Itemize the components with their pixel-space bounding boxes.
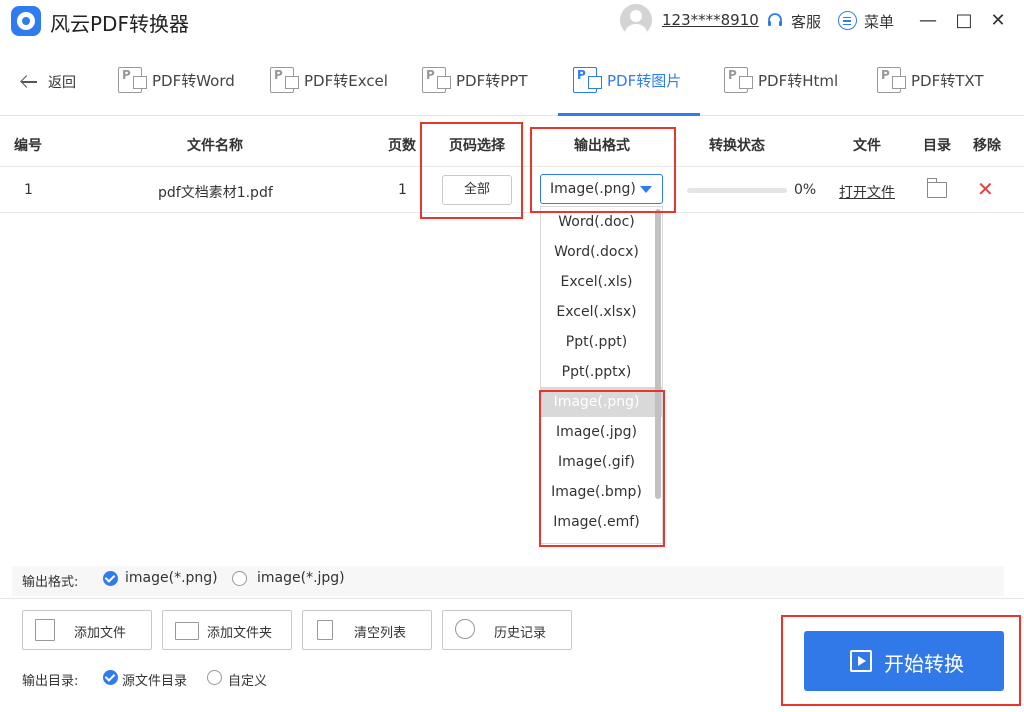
title-bar: 风云PDF转换器 123****8910 客服 菜单 — □ ✕ <box>0 0 1024 42</box>
clear-list-button[interactable]: 清空列表 <box>302 610 432 650</box>
add-file-icon <box>35 619 55 641</box>
add-file-label: 添加文件 <box>74 626 127 641</box>
menu-button[interactable]: 菜单 <box>864 11 894 32</box>
conversion-progress-bar <box>687 188 787 193</box>
dropdown-option[interactable]: Image(.gif) <box>541 447 662 477</box>
dropdown-option-selected[interactable]: Image(.png) <box>541 387 662 417</box>
dropdown-option[interactable]: Image(.bmp) <box>541 477 662 507</box>
header-status: 转换状态 <box>709 138 765 154</box>
pdf-to-excel-icon <box>270 67 299 93</box>
select-value: Image(.png) <box>550 181 636 197</box>
tab-label: PDF转Html <box>758 71 839 90</box>
app-logo-icon <box>11 6 41 36</box>
add-folder-icon <box>175 622 199 640</box>
header-remove: 移除 <box>973 138 1001 154</box>
history-label: 历史记录 <box>494 626 547 641</box>
radio-custom-dir[interactable] <box>207 670 222 685</box>
dropdown-option[interactable]: Image(.emf) <box>541 507 662 537</box>
add-file-button[interactable]: 添加文件 <box>22 610 152 650</box>
dropdown-option[interactable]: Excel(.xls) <box>541 267 662 297</box>
back-button[interactable]: 返回 <box>20 70 76 94</box>
clock-icon <box>455 619 475 639</box>
table-header: 编号 文件名称 页数 页码选择 输出格式 转换状态 文件 目录 移除 <box>0 117 1024 167</box>
tab-label: PDF转TXT <box>911 71 984 90</box>
pdf-to-image-icon <box>573 67 602 93</box>
output-format-select[interactable]: Image(.png) <box>540 174 663 204</box>
app-window: 风云PDF转换器 123****8910 客服 菜单 — □ ✕ 返回 PDF转… <box>0 0 1024 712</box>
header-output-format: 输出格式 <box>574 138 630 154</box>
dropdown-option[interactable]: Word(.docx) <box>541 237 662 267</box>
tab-pdf-to-image[interactable]: PDF转图片 <box>573 65 681 95</box>
trash-icon <box>317 620 333 640</box>
start-conversion-button[interactable]: 开始转换 <box>804 631 1004 691</box>
tab-pdf-to-excel[interactable]: PDF转Excel <box>270 65 388 95</box>
header-pages: 页数 <box>388 138 416 154</box>
close-button[interactable]: ✕ <box>987 10 1009 32</box>
dropdown-option[interactable]: Ppt(.pptx) <box>541 357 662 387</box>
header-index: 编号 <box>14 138 42 154</box>
radio-png-label[interactable]: image(*.png) <box>125 570 218 586</box>
avatar[interactable] <box>620 4 652 36</box>
dropdown-scrollbar[interactable] <box>655 209 661 499</box>
radio-jpg[interactable] <box>232 571 247 586</box>
tab-label: PDF转PPT <box>456 71 528 90</box>
output-format-label: 输出格式: <box>22 575 79 590</box>
menu-icon[interactable] <box>838 11 857 30</box>
tab-label: PDF转Excel <box>304 71 388 90</box>
tab-pdf-to-ppt[interactable]: PDF转PPT <box>422 65 527 95</box>
pdf-to-ppt-icon <box>422 67 451 93</box>
format-dropdown-list: Word(.doc) Word(.docx) Excel(.xls) Excel… <box>540 206 663 544</box>
dropdown-option[interactable]: Word(.doc) <box>541 207 662 237</box>
maximize-button[interactable]: □ <box>953 10 975 32</box>
app-title: 风云PDF转换器 <box>50 12 189 36</box>
radio-source-dir-label[interactable]: 源文件目录 <box>122 670 187 689</box>
tab-pdf-to-txt[interactable]: PDF转TXT <box>877 65 984 95</box>
radio-png[interactable] <box>103 571 118 586</box>
minimize-button[interactable]: — <box>917 10 939 32</box>
radio-custom-dir-label[interactable]: 自定义 <box>228 670 267 689</box>
progress-percent: 0% <box>794 182 817 198</box>
header-page-select: 页码选择 <box>449 138 505 154</box>
row-filename: pdf文档素材1.pdf <box>158 185 273 201</box>
tab-label: PDF转Word <box>152 71 235 90</box>
pdf-to-word-icon <box>118 67 147 93</box>
header-file: 文件 <box>853 138 881 154</box>
radio-source-dir[interactable] <box>103 670 118 685</box>
open-file-link[interactable]: 打开文件 <box>839 182 895 202</box>
conversion-tabs: 返回 PDF转Word PDF转Excel PDF转PPT PDF转图片 PDF… <box>0 43 1024 116</box>
header-directory: 目录 <box>923 138 951 154</box>
tab-label: PDF转图片 <box>607 71 682 90</box>
output-dir-label: 输出目录: <box>22 674 79 689</box>
pdf-to-txt-icon <box>877 67 906 93</box>
username-link[interactable]: 123****8910 <box>662 11 759 29</box>
tab-pdf-to-html[interactable]: PDF转Html <box>724 65 838 95</box>
folder-icon[interactable] <box>926 178 947 198</box>
customer-service-button[interactable]: 客服 <box>791 11 821 32</box>
divider <box>0 598 1024 599</box>
caret-down-icon <box>640 186 652 193</box>
remove-icon[interactable]: ✕ <box>977 178 994 200</box>
row-index: 1 <box>24 182 33 198</box>
clear-list-label: 清空列表 <box>354 626 407 641</box>
pdf-to-html-icon <box>724 67 753 93</box>
active-tab-indicator <box>558 113 700 116</box>
play-icon <box>850 650 872 672</box>
headset-icon[interactable] <box>766 12 784 30</box>
tab-pdf-to-word[interactable]: PDF转Word <box>118 65 235 95</box>
dropdown-option[interactable]: Image(.jpg) <box>541 417 662 447</box>
dropdown-option[interactable]: Ppt(.ppt) <box>541 327 662 357</box>
radio-jpg-label[interactable]: image(*.jpg) <box>257 570 345 586</box>
dropdown-option[interactable]: Excel(.xlsx) <box>541 297 662 327</box>
arrow-left-icon <box>20 73 38 91</box>
page-select-all-button[interactable]: 全部 <box>442 175 512 205</box>
history-button[interactable]: 历史记录 <box>442 610 572 650</box>
header-filename: 文件名称 <box>187 138 243 154</box>
add-folder-label: 添加文件夹 <box>207 626 273 641</box>
add-folder-button[interactable]: 添加文件夹 <box>162 610 292 650</box>
row-pages: 1 <box>398 182 407 198</box>
back-label: 返回 <box>48 75 76 91</box>
start-conversion-label: 开始转换 <box>884 652 964 676</box>
